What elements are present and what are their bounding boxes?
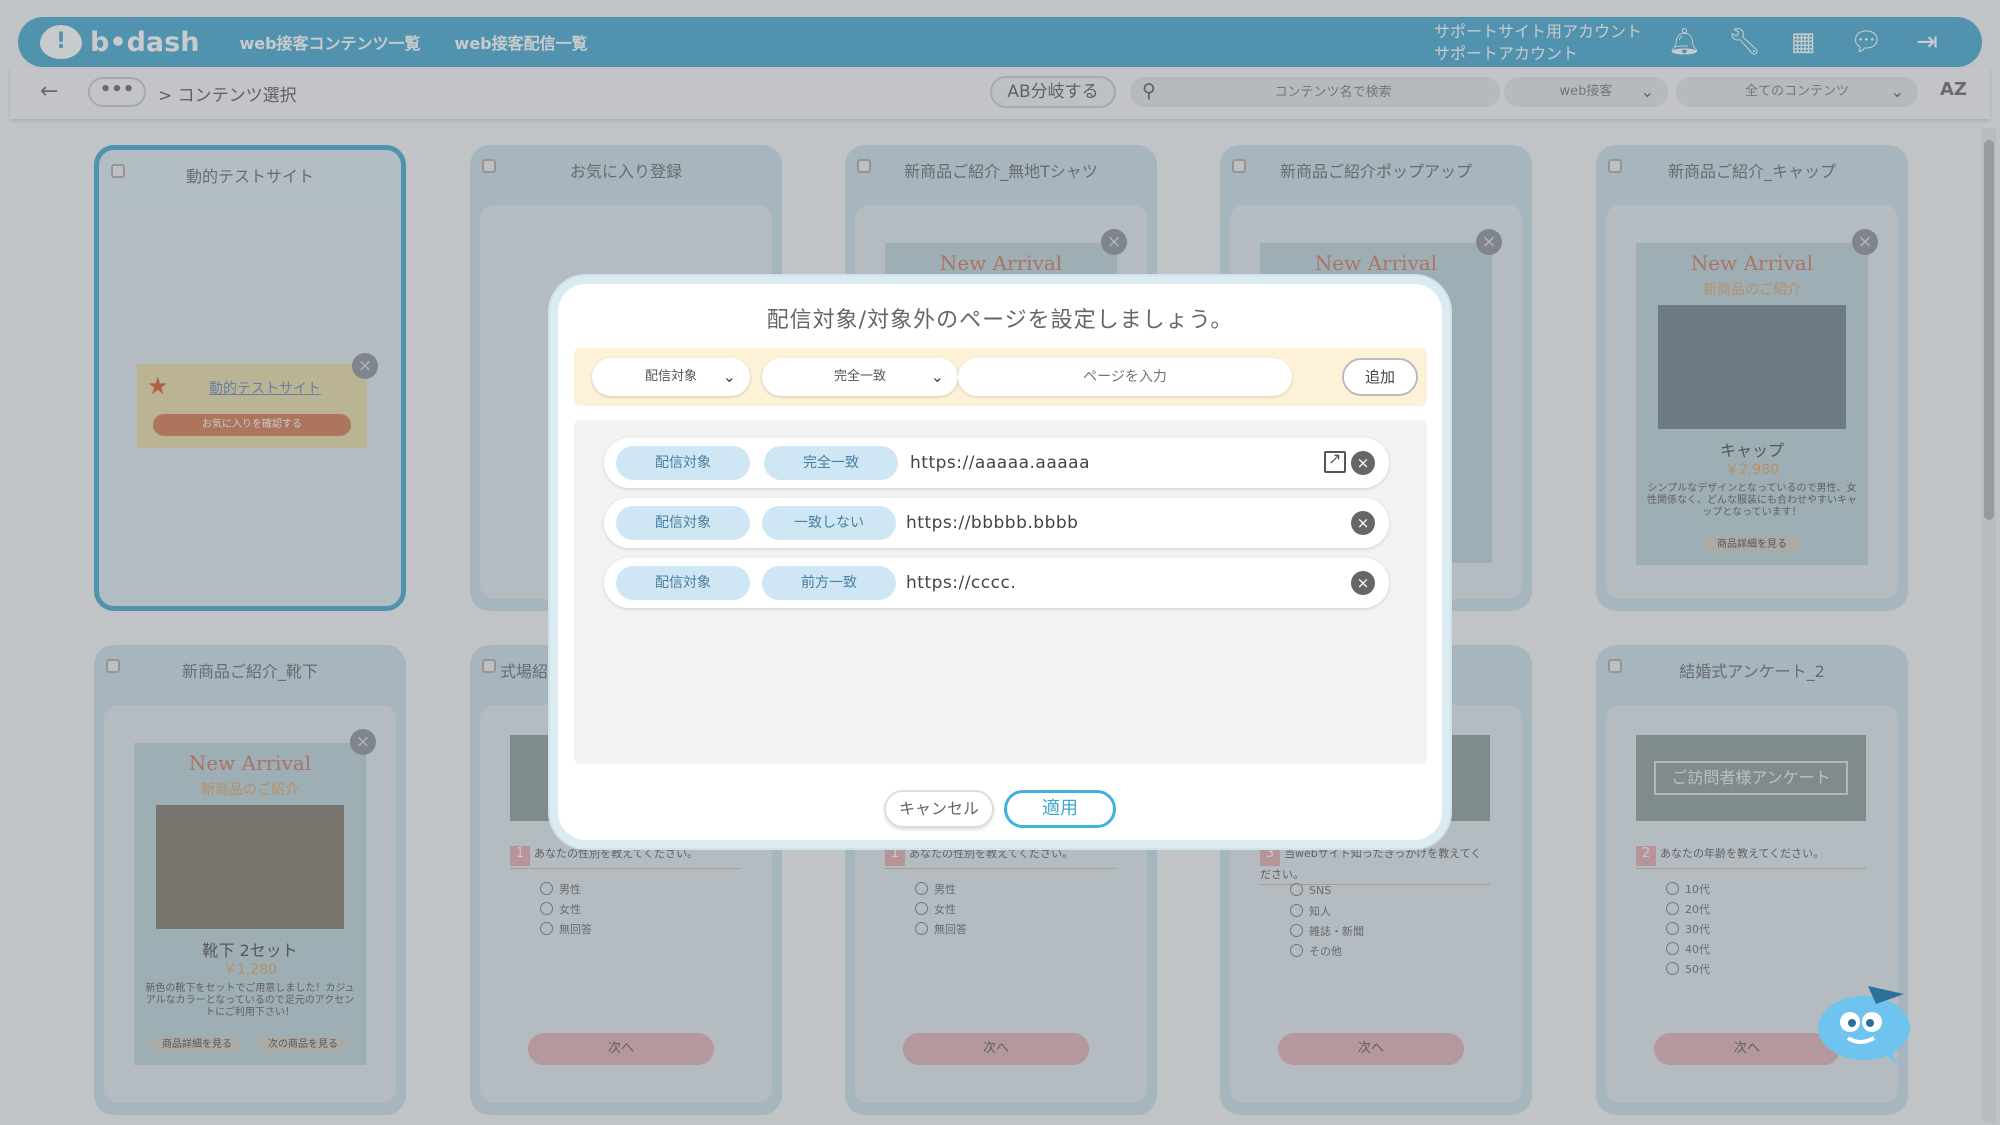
target-select-value: 配信対象 [644, 369, 697, 384]
match-select[interactable]: 完全一致 ⌄ [762, 358, 958, 396]
modal-title: 配信対象/対象外のページを設定しましょう。 [766, 308, 1234, 333]
target-select[interactable]: 配信対象 ⌄ [592, 358, 750, 396]
close-icon[interactable]: × [1351, 511, 1375, 535]
chevron-down-icon: ⌄ [722, 367, 736, 386]
page-target-modal: 配信対象/対象外のページを設定しましょう。 配信対象 ⌄ 完全一致 ⌄ 追加 配… [550, 276, 1450, 848]
apply-button[interactable]: 適用 [1004, 790, 1116, 828]
rule-target-tag[interactable]: 配信対象 [616, 446, 750, 480]
external-link-icon[interactable] [1324, 449, 1346, 473]
rule-url: https://bbbbb.bbbb [906, 513, 1079, 533]
mascot-help-icon[interactable] [1812, 976, 1918, 1066]
rule-target-tag[interactable]: 配信対象 [616, 506, 750, 540]
add-rule-bar: 配信対象 ⌄ 完全一致 ⌄ 追加 [574, 348, 1427, 406]
rule-row: 配信対象 一致しない https://bbbbb.bbbb × [604, 498, 1389, 548]
rule-url: https://cccc. [906, 573, 1017, 593]
chevron-down-icon: ⌄ [930, 367, 944, 386]
close-icon[interactable]: × [1351, 451, 1375, 475]
rule-list: 配信対象 完全一致 https://aaaaa.aaaaa × 配信対象 一致し… [574, 420, 1427, 764]
rule-match-tag[interactable]: 完全一致 [764, 446, 898, 480]
cancel-button[interactable]: キャンセル [884, 790, 994, 828]
rule-url: https://aaaaa.aaaaa [910, 453, 1091, 473]
rule-row: 配信対象 前方一致 https://cccc. × [604, 558, 1389, 608]
rule-row: 配信対象 完全一致 https://aaaaa.aaaaa × [604, 438, 1389, 488]
add-button[interactable]: 追加 [1342, 358, 1418, 396]
rule-match-tag[interactable]: 一致しない [762, 506, 896, 540]
rule-match-tag[interactable]: 前方一致 [762, 566, 896, 600]
page-input[interactable] [958, 358, 1292, 396]
close-icon[interactable]: × [1351, 571, 1375, 595]
match-select-value: 完全一致 [833, 369, 886, 384]
rule-target-tag[interactable]: 配信対象 [616, 566, 750, 600]
